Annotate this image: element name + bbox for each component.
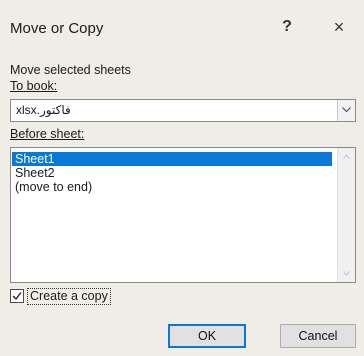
move-or-copy-dialog: Move or Copy ? × Move selected sheets To… bbox=[0, 0, 364, 356]
list-item-sheet1[interactable]: Sheet1 bbox=[12, 152, 332, 166]
close-button[interactable]: × bbox=[328, 14, 350, 40]
list-item-sheet2[interactable]: Sheet2 bbox=[12, 166, 332, 180]
title-bar: Move or Copy ? × bbox=[0, 0, 364, 40]
scroll-up-icon[interactable] bbox=[343, 154, 350, 159]
cancel-button[interactable]: Cancel bbox=[280, 324, 356, 348]
before-sheet-label: Before sheet: bbox=[10, 127, 85, 141]
to-book-value: فاكتور.xlsx bbox=[16, 103, 71, 117]
help-button[interactable]: ? bbox=[276, 14, 298, 40]
scroll-down-icon[interactable] bbox=[343, 271, 350, 276]
checkmark-icon bbox=[12, 292, 22, 301]
dialog-title: Move or Copy bbox=[10, 20, 104, 37]
ok-button[interactable]: OK bbox=[168, 324, 246, 348]
dropdown-arrow-button[interactable] bbox=[337, 100, 355, 121]
chevron-down-icon bbox=[342, 107, 351, 113]
list-scrollbar[interactable] bbox=[337, 148, 355, 282]
create-copy-checkbox[interactable] bbox=[10, 289, 24, 303]
list-item-move-to-end[interactable]: (move to end) bbox=[12, 180, 332, 194]
before-sheet-listbox[interactable]: Sheet1 Sheet2 (move to end) bbox=[10, 147, 356, 283]
to-book-label: To book: bbox=[10, 79, 58, 93]
create-copy-label[interactable]: Create a copy bbox=[27, 288, 111, 305]
to-book-dropdown[interactable]: فاكتور.xlsx bbox=[10, 99, 356, 122]
move-selected-sheets-label: Move selected sheets bbox=[10, 63, 131, 77]
